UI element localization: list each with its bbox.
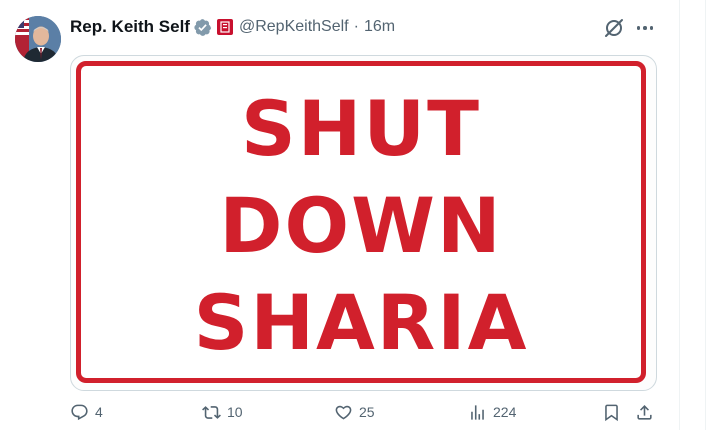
like-button[interactable]: 25 <box>334 401 375 423</box>
author-name[interactable]: Rep. Keith Self <box>70 17 190 37</box>
views-count: 224 <box>493 404 517 420</box>
retweet-button[interactable]: 10 <box>202 401 243 423</box>
like-count: 25 <box>359 404 375 420</box>
share-icon <box>637 404 652 420</box>
bookmark-button[interactable] <box>602 401 621 423</box>
action-bar: 4 10 25 224 <box>70 401 660 423</box>
column-border-outer <box>705 0 706 430</box>
views-chart-icon <box>471 404 484 420</box>
column-border <box>679 0 680 430</box>
tweet-header: Rep. Keith Self @RepKeithSelf · 16m <box>70 15 395 39</box>
views-button[interactable]: 224 <box>468 401 516 423</box>
sign-frame: SHUT DOWN SHARIA <box>76 61 646 383</box>
tweet[interactable]: Rep. Keith Self @RepKeithSelf · 16m SHUT… <box>0 0 678 430</box>
retweet-icon <box>202 405 221 419</box>
reply-button[interactable]: 4 <box>70 401 103 423</box>
separator: · <box>353 18 359 35</box>
government-badge-icon[interactable] <box>216 19 233 35</box>
share-button[interactable] <box>635 401 654 423</box>
retweet-count: 10 <box>227 404 243 420</box>
timestamp[interactable]: 16m <box>364 18 395 36</box>
heart-icon <box>335 405 352 419</box>
tweet-image[interactable]: SHUT DOWN SHARIA <box>70 55 657 391</box>
sign-line-1: SHUT <box>241 84 481 173</box>
reply-count: 4 <box>95 404 103 420</box>
more-options-icon[interactable] <box>634 18 656 38</box>
verified-badge-icon[interactable] <box>193 18 212 37</box>
bookmark-icon <box>605 404 618 421</box>
author-handle[interactable]: @RepKeithSelf <box>239 18 349 36</box>
sign-line-2: DOWN <box>219 181 503 270</box>
avatar[interactable] <box>15 16 61 62</box>
reply-icon <box>71 404 88 420</box>
grok-icon[interactable] <box>603 17 625 39</box>
sign-line-3: SHARIA <box>193 278 529 367</box>
